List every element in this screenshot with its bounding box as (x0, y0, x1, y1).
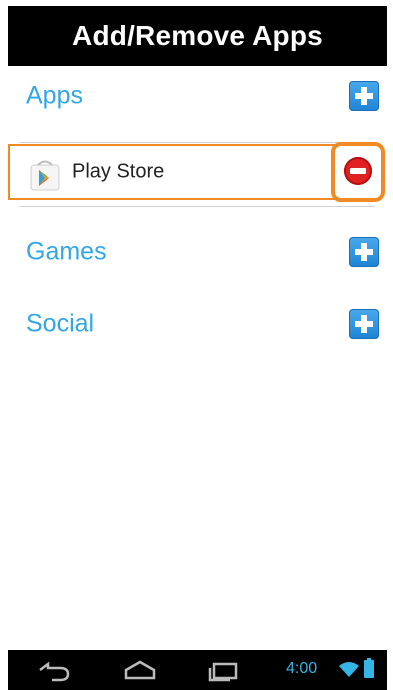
device-frame: Add/Remove Apps Apps Play Store Games So… (8, 6, 387, 690)
wifi-icon (339, 662, 359, 677)
add-apps-button[interactable] (349, 81, 379, 111)
app-name: Play Store (72, 160, 165, 183)
back-arrow-icon[interactable] (34, 658, 74, 682)
add-games-button[interactable] (349, 237, 379, 267)
section-apps: Apps (8, 66, 387, 126)
page-title: Add/Remove Apps (8, 6, 387, 66)
section-label-social: Social (26, 309, 95, 338)
screen: Add/Remove Apps Apps Play Store Games So… (8, 6, 387, 690)
navigation-bar: 4:00 (8, 650, 387, 690)
play-store-icon (30, 160, 60, 191)
section-label-apps: Apps (26, 81, 83, 110)
section-label-games: Games (26, 237, 107, 266)
home-icon[interactable] (120, 658, 160, 682)
list-item-play-store[interactable]: Play Store (8, 144, 344, 200)
recent-apps-icon[interactable] (204, 658, 244, 682)
remove-play-store-button[interactable] (344, 157, 372, 185)
section-social: Social (8, 294, 387, 354)
remove-highlight (331, 142, 385, 202)
minus-circle-icon (350, 168, 366, 174)
battery-icon (364, 658, 374, 678)
section-games: Games (8, 222, 387, 282)
content-area: Apps Play Store Games Social (8, 66, 387, 650)
status-time: 4:00 (286, 660, 318, 677)
add-social-button[interactable] (349, 309, 379, 339)
divider (20, 142, 375, 143)
divider (20, 206, 375, 207)
